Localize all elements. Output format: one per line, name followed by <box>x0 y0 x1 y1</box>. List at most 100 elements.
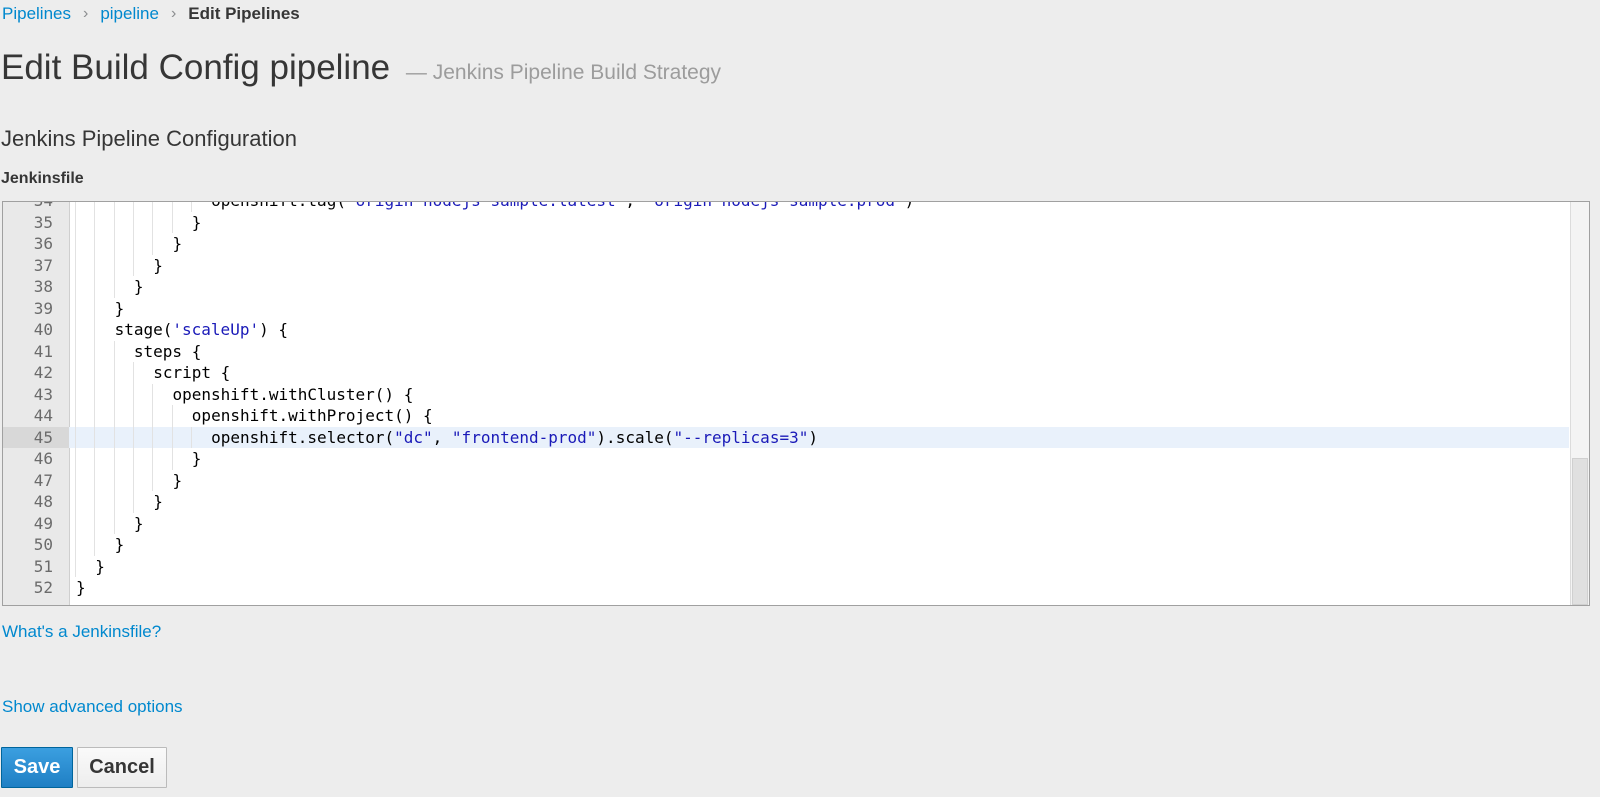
indent-guide <box>75 534 76 556</box>
code-token: ) <box>905 202 915 210</box>
code-line[interactable]: 47} <box>3 469 1569 491</box>
indent-guide <box>75 491 76 513</box>
breadcrumb-chevron-icon: › <box>83 5 89 22</box>
breadcrumb-pipelines[interactable]: Pipelines <box>2 4 71 24</box>
code-line[interactable]: 38} <box>3 276 1569 298</box>
code-line[interactable]: 40 stage('scaleUp') { <box>3 319 1569 341</box>
code-token: ) <box>808 427 818 447</box>
code-line[interactable]: 35} <box>3 211 1569 233</box>
indent-guide <box>152 383 154 405</box>
indent-guide <box>132 233 134 255</box>
indent-guide <box>75 362 76 384</box>
indent-guide <box>132 383 134 405</box>
editor-lines[interactable]: 34 openshift.tag('origin-nodejs-sample:la… <box>3 202 1569 599</box>
jenkinsfile-label: Jenkinsfile <box>1 170 84 187</box>
code-line[interactable]: 50} <box>3 534 1569 556</box>
cancel-button[interactable]: Cancel <box>77 747 167 788</box>
indent-guide <box>94 211 96 233</box>
code-line[interactable]: 39} <box>3 297 1569 319</box>
line-number: 43 <box>33 384 53 404</box>
code-text: openshift.selector("dc", "frontend-prod"… <box>211 427 818 449</box>
indent-guide <box>171 405 173 427</box>
line-number: 35 <box>33 212 53 232</box>
indent-guide <box>75 276 76 298</box>
indent-guide <box>94 469 96 491</box>
indent-guide <box>75 383 76 405</box>
indent-guide <box>75 405 76 427</box>
show-advanced-options-link[interactable]: Show advanced options <box>2 697 183 717</box>
indent-guide <box>113 211 115 233</box>
indent-guide <box>132 202 134 212</box>
code-text: steps { <box>134 341 201 363</box>
code-text: } <box>134 513 144 535</box>
string-token: "dc" <box>394 427 433 447</box>
code-token: } <box>172 470 183 490</box>
code-line[interactable]: 44 openshift.withProject() { <box>3 405 1569 427</box>
code-token: } <box>76 578 86 597</box>
line-number: 44 <box>33 406 53 425</box>
line-number: 47 <box>33 470 53 490</box>
indent-guide <box>190 426 192 448</box>
indent-guide <box>171 426 173 448</box>
indent-guide <box>113 254 115 276</box>
code-line[interactable]: 51} <box>3 555 1569 578</box>
whats-jenkinsfile-link[interactable]: What's a Jenkinsfile? <box>2 622 161 642</box>
line-number: 52 <box>33 578 53 597</box>
indent-guide <box>132 491 134 513</box>
code-token: } <box>153 255 163 275</box>
code-line[interactable]: 41 steps { <box>3 340 1569 363</box>
indent-guide <box>132 405 134 427</box>
indent-guide <box>75 202 76 212</box>
string-token: 'origin-nodejs-sample:prod' <box>645 202 905 210</box>
code-line[interactable]: 52} <box>3 577 1569 599</box>
indent-guide <box>94 362 96 384</box>
code-line[interactable]: 45 openshift.selector("dc", "frontend-pro… <box>3 426 1569 449</box>
indent-guide <box>75 469 76 491</box>
save-button[interactable]: Save <box>1 747 73 788</box>
code-line[interactable]: 37} <box>3 254 1569 276</box>
indent-guide <box>75 319 76 341</box>
indent-guide <box>171 211 173 233</box>
indent-guide <box>75 233 76 255</box>
line-number: 41 <box>33 341 53 361</box>
breadcrumb-pipeline[interactable]: pipeline <box>100 4 159 24</box>
indent-guide <box>113 340 115 362</box>
code-text: } <box>76 577 86 599</box>
indent-guide <box>94 319 96 341</box>
page-title: Edit Build Config pipeline — Jenkins Pip… <box>1 48 721 88</box>
code-line[interactable]: 46} <box>3 448 1569 470</box>
line-number: 42 <box>33 363 53 382</box>
code-line[interactable]: 43 openshift.withCluster() { <box>3 383 1569 405</box>
code-token: stage( <box>114 320 173 339</box>
code-line[interactable]: 36} <box>3 233 1569 255</box>
code-token: steps { <box>133 341 202 361</box>
indent-guide <box>113 426 115 448</box>
code-token: } <box>114 535 125 554</box>
line-number: 45 <box>3 426 69 448</box>
breadcrumb-current: Edit Pipelines <box>188 4 300 23</box>
line-number: 49 <box>33 513 53 533</box>
indent-guide <box>94 254 96 276</box>
indent-guide <box>75 340 76 362</box>
breadcrumb: Pipelines › pipeline › Edit Pipelines <box>2 4 300 24</box>
editor-scrollbar-thumb[interactable] <box>1572 458 1588 605</box>
indent-guide <box>132 362 134 384</box>
indent-guide <box>94 512 96 534</box>
code-line[interactable]: 42 script { <box>3 362 1569 384</box>
code-token: } <box>191 212 202 232</box>
line-number: 51 <box>33 556 53 576</box>
code-line[interactable]: 49} <box>3 512 1569 535</box>
page-title-text: Edit Build Config pipeline <box>1 48 391 87</box>
jenkinsfile-editor[interactable]: 34 openshift.tag('origin-nodejs-sample:la… <box>2 201 1590 606</box>
code-text: } <box>173 233 183 255</box>
code-line[interactable]: 48} <box>3 491 1569 513</box>
indent-guide <box>113 512 115 534</box>
editor-scrollbar[interactable] <box>1570 202 1589 605</box>
code-text: } <box>95 556 105 578</box>
code-text: stage('scaleUp') { <box>115 319 288 341</box>
indent-guide <box>132 426 134 448</box>
indent-guide <box>171 202 173 212</box>
indent-guide <box>132 448 134 470</box>
indent-guide <box>113 276 115 298</box>
code-line[interactable]: 34 openshift.tag('origin-nodejs-sample:la… <box>3 202 1569 212</box>
